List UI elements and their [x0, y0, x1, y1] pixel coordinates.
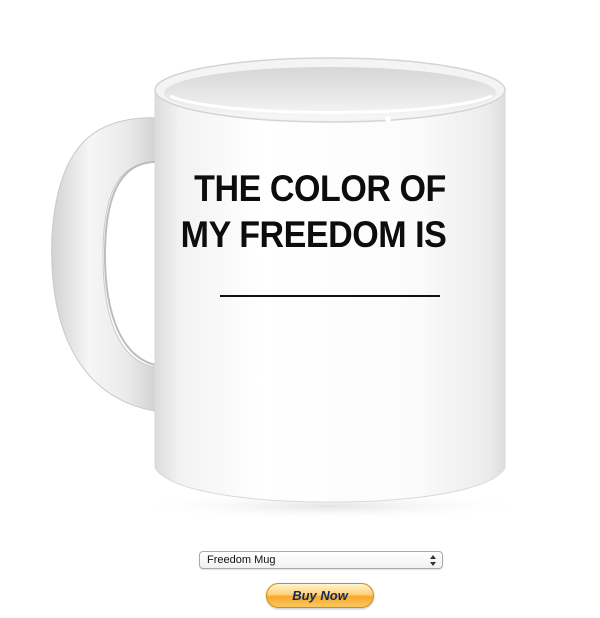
product-page: THE COLOR OF MY FREEDOM IS Freedom Mug B…	[0, 0, 600, 618]
mug-image	[51, 57, 530, 520]
mug-slogan-line-2: MY FREEDOM IS	[180, 214, 447, 255]
product-select[interactable]: Freedom Mug	[199, 551, 443, 569]
mug-slogan-line-1: THE COLOR OF	[194, 168, 446, 209]
mug-slogan: THE COLOR OF MY FREEDOM IS	[164, 166, 477, 258]
product-select-value: Freedom Mug	[207, 554, 276, 566]
buy-now-button[interactable]: Buy Now	[266, 583, 374, 608]
updown-arrows-icon	[430, 555, 436, 566]
